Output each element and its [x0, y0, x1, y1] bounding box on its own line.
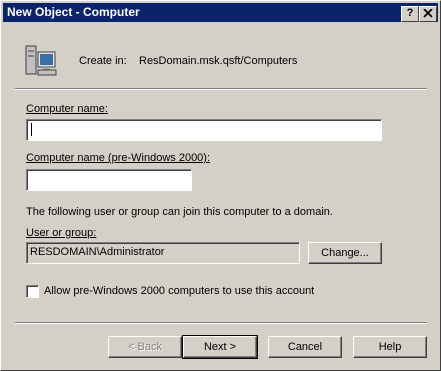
text-caret — [31, 123, 32, 136]
window-title: New Object - Computer — [7, 5, 140, 19]
computer-name-label: Computer name: — [26, 103, 108, 115]
computer-icon — [24, 44, 58, 81]
dialog-window: New Object - Computer ? Create in: ResDo… — [0, 0, 441, 371]
help-button[interactable]: Help — [353, 336, 427, 358]
title-bar[interactable]: New Object - Computer ? — [3, 3, 438, 22]
allow-pre2000-checkbox[interactable] — [26, 285, 39, 298]
next-button[interactable]: Next > — [182, 335, 258, 359]
user-group-field: RESDOMAIN\Administrator — [26, 242, 300, 264]
close-icon — [423, 8, 433, 18]
separator — [15, 88, 427, 90]
change-button[interactable]: Change... — [308, 242, 382, 264]
join-description: The following user or group can join thi… — [26, 206, 333, 218]
pre2000-name-input[interactable] — [26, 169, 192, 191]
help-title-button[interactable]: ? — [401, 6, 419, 22]
create-in-label: Create in: — [79, 55, 127, 67]
allow-pre2000-label[interactable]: Allow pre-Windows 2000 computers to use … — [44, 285, 314, 297]
computer-name-input[interactable] — [26, 119, 382, 141]
user-group-label: User or group: — [26, 227, 97, 239]
cancel-button[interactable]: Cancel — [268, 336, 342, 358]
separator — [15, 322, 427, 324]
back-button[interactable]: < Back — [108, 336, 182, 358]
pre2000-name-label: Computer name (pre-Windows 2000): — [26, 152, 211, 164]
close-button[interactable] — [419, 6, 437, 22]
create-in-path: ResDomain.msk.qsft/Computers — [139, 55, 298, 67]
